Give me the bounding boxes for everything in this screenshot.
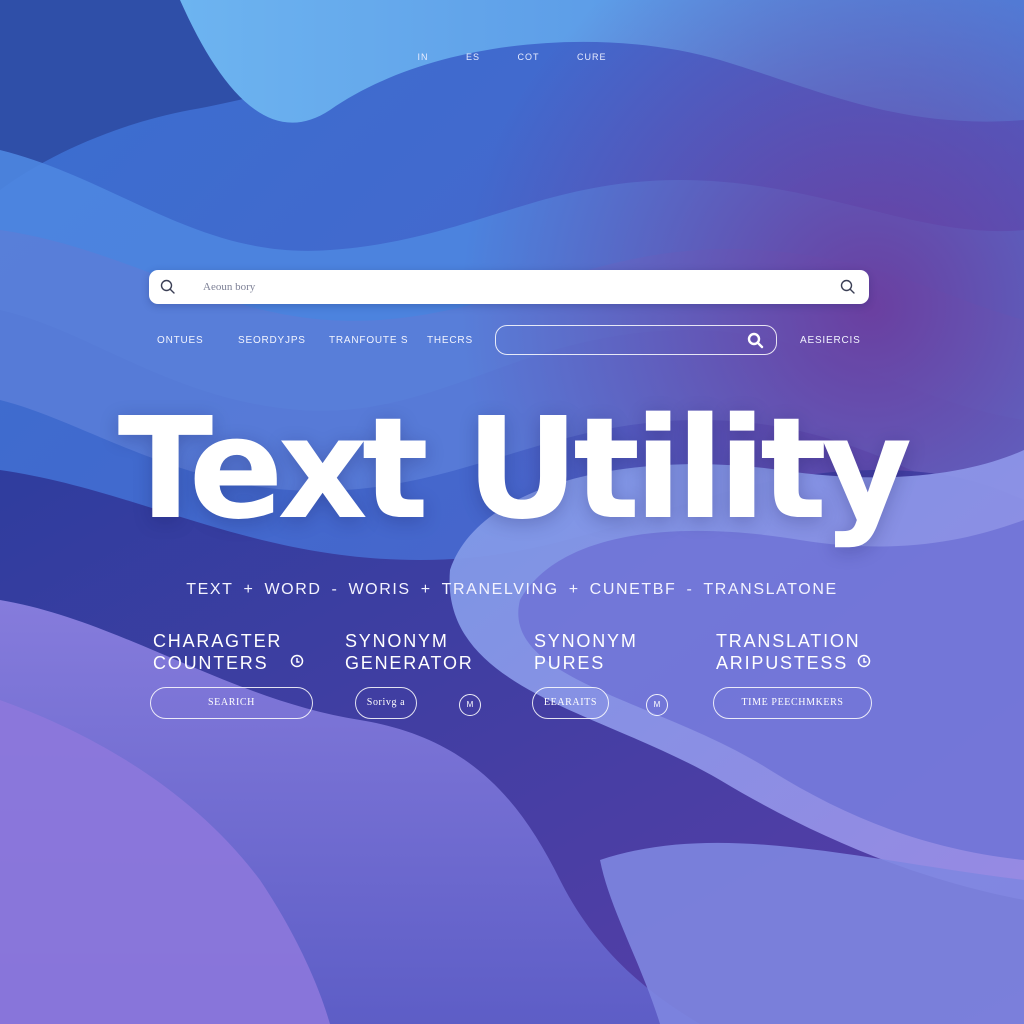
tool-title-line: SYNONYM [345, 631, 449, 651]
tool-title-line: ARIPUSTESS [716, 653, 849, 673]
secondary-nav: ONTUES SEORDYJPS TRANFOUTE S THECRS AESI… [0, 323, 1024, 359]
feature-translatone[interactable]: TRANSLATONE [703, 581, 837, 598]
nav-link-thecrs[interactable]: THECRS [427, 335, 473, 346]
feature-word[interactable]: WORD [264, 581, 321, 598]
search-icon[interactable] [159, 278, 177, 296]
nav-link-ontues[interactable]: ONTUES [157, 335, 203, 346]
top-nav-item-cot[interactable]: COT [518, 52, 540, 62]
sort-button[interactable]: Sorivg a [355, 687, 417, 719]
feature-separator: + [243, 581, 255, 598]
tool-synonym-pures[interactable]: SYNONYM PURES [534, 630, 638, 674]
feature-separator: + [568, 581, 580, 598]
feature-tranelving[interactable]: TRANELVING [442, 581, 559, 598]
nav-link-tranfoute[interactable]: TRANFOUTE S [329, 335, 408, 346]
circle-arrow-icon[interactable] [857, 654, 871, 668]
tool-translation[interactable]: TRANSLATION ARIPUSTESS [716, 630, 860, 674]
tool-character-counters[interactable]: CHARAGTER COUNTERS [153, 630, 282, 674]
top-nav: IN ES COT CURE [0, 52, 1024, 62]
feature-separator: - [331, 581, 339, 598]
tool-title-line: SYNONYM [534, 631, 638, 651]
tool-title-line: PURES [534, 653, 606, 673]
tool-title: CHARAGTER COUNTERS [153, 630, 282, 674]
feature-separator: - [686, 581, 694, 598]
nav-link-aesiercis[interactable]: AESIERCIS [800, 335, 861, 346]
tool-title-line: GENERATOR [345, 653, 474, 673]
results-button[interactable]: EEARAITS [532, 687, 609, 719]
round-button[interactable]: M [646, 694, 668, 716]
tool-title-line: TRANSLATION [716, 631, 861, 651]
feature-text[interactable]: TEXT [186, 581, 233, 598]
tool-title-line: COUNTERS [153, 653, 269, 673]
tool-title-line: CHARAGTER [153, 631, 283, 651]
feature-strip: TEXT + WORD - WORIS + TRANELVING + CUNETBF - TRANS… [0, 581, 1024, 599]
secondary-search-input[interactable] [495, 325, 777, 355]
feature-separator: + [420, 581, 432, 598]
main-search-bar[interactable]: Aeoun bory [149, 270, 869, 304]
top-nav-item-in[interactable]: IN [417, 52, 428, 62]
hero-title: Text Utility [117, 388, 913, 551]
tool-title: SYNONYM GENERATOR [345, 630, 474, 674]
top-nav-item-es[interactable]: ES [466, 52, 480, 62]
nav-link-seordyjps[interactable]: SEORDYJPS [238, 335, 306, 346]
search-placeholder[interactable]: Aeoun bory [203, 281, 255, 293]
time-button[interactable]: TIME PEECHMKERS [713, 687, 872, 719]
tool-title: TRANSLATION ARIPUSTESS [716, 630, 860, 674]
top-nav-item-cure[interactable]: CURE [577, 52, 607, 62]
search-icon[interactable] [746, 331, 766, 351]
circle-arrow-icon[interactable] [290, 654, 304, 668]
search-button[interactable]: SEARICH [150, 687, 313, 719]
tool-title: SYNONYM PURES [534, 630, 638, 674]
round-button[interactable]: M [459, 694, 481, 716]
feature-woris[interactable]: WORIS [348, 581, 410, 598]
feature-cunetbf[interactable]: CUNETBF [590, 581, 677, 598]
tool-synonym-generator[interactable]: SYNONYM GENERATOR [345, 630, 474, 674]
search-icon[interactable] [839, 278, 857, 296]
